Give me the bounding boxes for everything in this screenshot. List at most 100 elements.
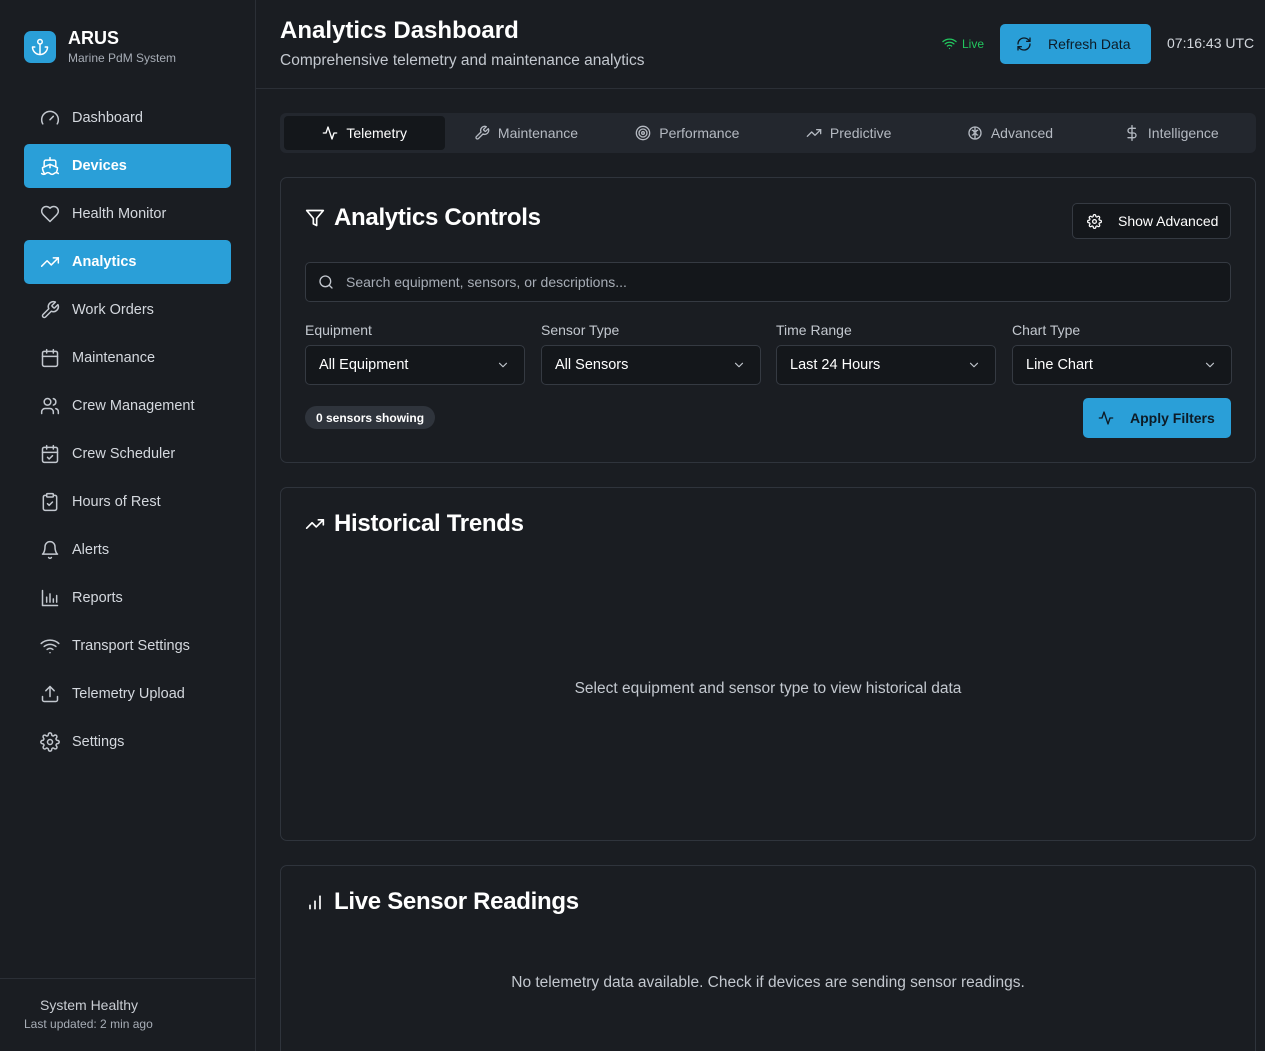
brand[interactable]: ARUS Marine PdM System	[24, 28, 176, 65]
sidebar: ARUS Marine PdM System Dashboard Devices…	[0, 0, 256, 1051]
calendar-check-icon	[40, 444, 60, 464]
tab-telemetry[interactable]: Telemetry	[284, 116, 446, 150]
activity-icon	[322, 125, 346, 141]
dollar-icon	[1124, 125, 1148, 141]
tab-label: Intelligence	[1147, 125, 1219, 141]
chevron-down-icon	[496, 358, 510, 372]
sensor-type-select[interactable]: All Sensors	[541, 345, 761, 385]
sidebar-item-telemetry-upload[interactable]: Telemetry Upload	[24, 672, 231, 716]
users-icon	[40, 396, 60, 416]
apply-filters-label: Apply Filters	[1130, 410, 1215, 426]
card-title-text: Live Sensor Readings	[334, 888, 579, 915]
apply-filters-button[interactable]: Apply Filters	[1083, 398, 1231, 438]
sidebar-item-reports[interactable]: Reports	[24, 576, 231, 620]
tab-label: Maintenance	[497, 125, 579, 141]
upload-icon	[40, 684, 60, 704]
live-indicator: Live	[942, 36, 984, 51]
equipment-label: Equipment	[305, 322, 372, 338]
tab-predictive[interactable]: Predictive	[768, 116, 929, 150]
tab-label: Predictive	[829, 125, 892, 141]
tab-label: Telemetry	[346, 125, 407, 141]
filter-icon	[305, 208, 334, 228]
analytics-controls-title: Analytics Controls	[305, 204, 541, 232]
equipment-filter: Equipment All Equipment	[305, 322, 525, 385]
sidebar-item-work-orders[interactable]: Work Orders	[24, 288, 231, 332]
time-range-value: Last 24 Hours	[790, 357, 881, 373]
brain-icon	[967, 125, 991, 141]
search-icon	[318, 274, 346, 290]
historical-trends-card: Historical Trends Select equipment and s…	[280, 487, 1256, 841]
sidebar-item-crew-management[interactable]: Crew Management	[24, 384, 231, 428]
sidebar-item-label: Work Orders	[72, 302, 154, 318]
sidebar-item-label: Settings	[72, 734, 125, 750]
live-readings-empty-message: No telemetry data available. Check if de…	[511, 974, 1025, 991]
chevron-down-icon	[732, 358, 746, 372]
sidebar-item-maintenance[interactable]: Maintenance	[24, 336, 231, 380]
show-advanced-label: Show Advanced	[1118, 213, 1219, 229]
wrench-icon	[474, 125, 498, 141]
historical-trends-title: Historical Trends	[305, 510, 524, 538]
sidebar-item-hours-of-rest[interactable]: Hours of Rest	[24, 480, 231, 524]
activity-icon	[1098, 410, 1130, 426]
sidebar-item-alerts[interactable]: Alerts	[24, 528, 231, 572]
live-sensor-readings-card: Live Sensor Readings No telemetry data a…	[280, 865, 1256, 1051]
ship-icon	[40, 156, 60, 176]
sidebar-nav: Dashboard Devices Health Monitor Analyti…	[24, 96, 231, 768]
calendar-icon	[40, 348, 60, 368]
sidebar-item-label: Health Monitor	[72, 206, 167, 222]
refresh-label: Refresh Data	[1048, 36, 1131, 52]
settings-icon	[40, 732, 60, 752]
target-icon	[635, 125, 659, 141]
chart-type-filter: Chart Type Line Chart	[1012, 322, 1232, 385]
sidebar-item-crew-scheduler[interactable]: Crew Scheduler	[24, 432, 231, 476]
show-advanced-button[interactable]: Show Advanced	[1072, 203, 1231, 239]
equipment-select[interactable]: All Equipment	[305, 345, 525, 385]
sidebar-item-analytics[interactable]: Analytics	[24, 240, 231, 284]
bell-icon	[40, 540, 60, 560]
wrench-icon	[40, 300, 60, 320]
tab-performance[interactable]: Performance	[607, 116, 768, 150]
tab-intelligence[interactable]: Intelligence	[1091, 116, 1252, 150]
chart-type-select[interactable]: Line Chart	[1012, 345, 1232, 385]
sensor-type-value: All Sensors	[555, 357, 629, 373]
wifi-icon	[40, 636, 60, 656]
signal-bars-icon	[305, 892, 334, 912]
tab-label: Performance	[659, 125, 740, 141]
search-box	[305, 262, 1231, 302]
sidebar-item-settings[interactable]: Settings	[24, 720, 231, 764]
sidebar-item-health-monitor[interactable]: Health Monitor	[24, 192, 231, 236]
page-header: Analytics Dashboard Comprehensive teleme…	[256, 0, 1265, 89]
sensor-count-badge: 0 sensors showing	[305, 406, 436, 429]
card-title-text: Analytics Controls	[334, 204, 541, 231]
sidebar-item-label: Alerts	[72, 542, 110, 558]
trending-up-icon	[806, 125, 830, 141]
trending-up-icon	[305, 514, 334, 534]
refresh-data-button[interactable]: Refresh Data	[1000, 24, 1151, 64]
chevron-down-icon	[1203, 358, 1217, 372]
chart-type-label: Chart Type	[1012, 322, 1081, 338]
sidebar-footer: System Healthy Last updated: 2 min ago	[0, 978, 255, 1051]
gauge-icon	[40, 108, 60, 128]
search-input[interactable]	[346, 274, 1230, 290]
sidebar-item-dashboard[interactable]: Dashboard	[24, 96, 231, 140]
sidebar-item-label: Crew Management	[72, 398, 195, 414]
trending-up-icon	[40, 252, 60, 272]
time-range-select[interactable]: Last 24 Hours	[776, 345, 996, 385]
tab-maintenance[interactable]: Maintenance	[445, 116, 606, 150]
sidebar-item-label: Reports	[72, 590, 123, 606]
chart-type-value: Line Chart	[1026, 357, 1093, 373]
sidebar-item-transport-settings[interactable]: Transport Settings	[24, 624, 231, 668]
brand-name: ARUS	[68, 28, 120, 48]
sidebar-item-label: Hours of Rest	[72, 494, 161, 510]
settings-icon	[1087, 213, 1118, 229]
sidebar-item-label: Analytics	[72, 254, 137, 270]
sidebar-item-label: Transport Settings	[72, 638, 190, 654]
tab-advanced[interactable]: Advanced	[929, 116, 1090, 150]
utc-clock: 07:16:43 UTC	[1167, 35, 1255, 51]
system-status: System Healthy	[40, 997, 139, 1013]
sidebar-item-devices[interactable]: Devices	[24, 144, 231, 188]
brand-subtitle: Marine PdM System	[68, 51, 177, 65]
refresh-icon	[1016, 36, 1048, 52]
sensor-type-filter: Sensor Type All Sensors	[541, 322, 761, 385]
time-range-label: Time Range	[776, 322, 852, 338]
